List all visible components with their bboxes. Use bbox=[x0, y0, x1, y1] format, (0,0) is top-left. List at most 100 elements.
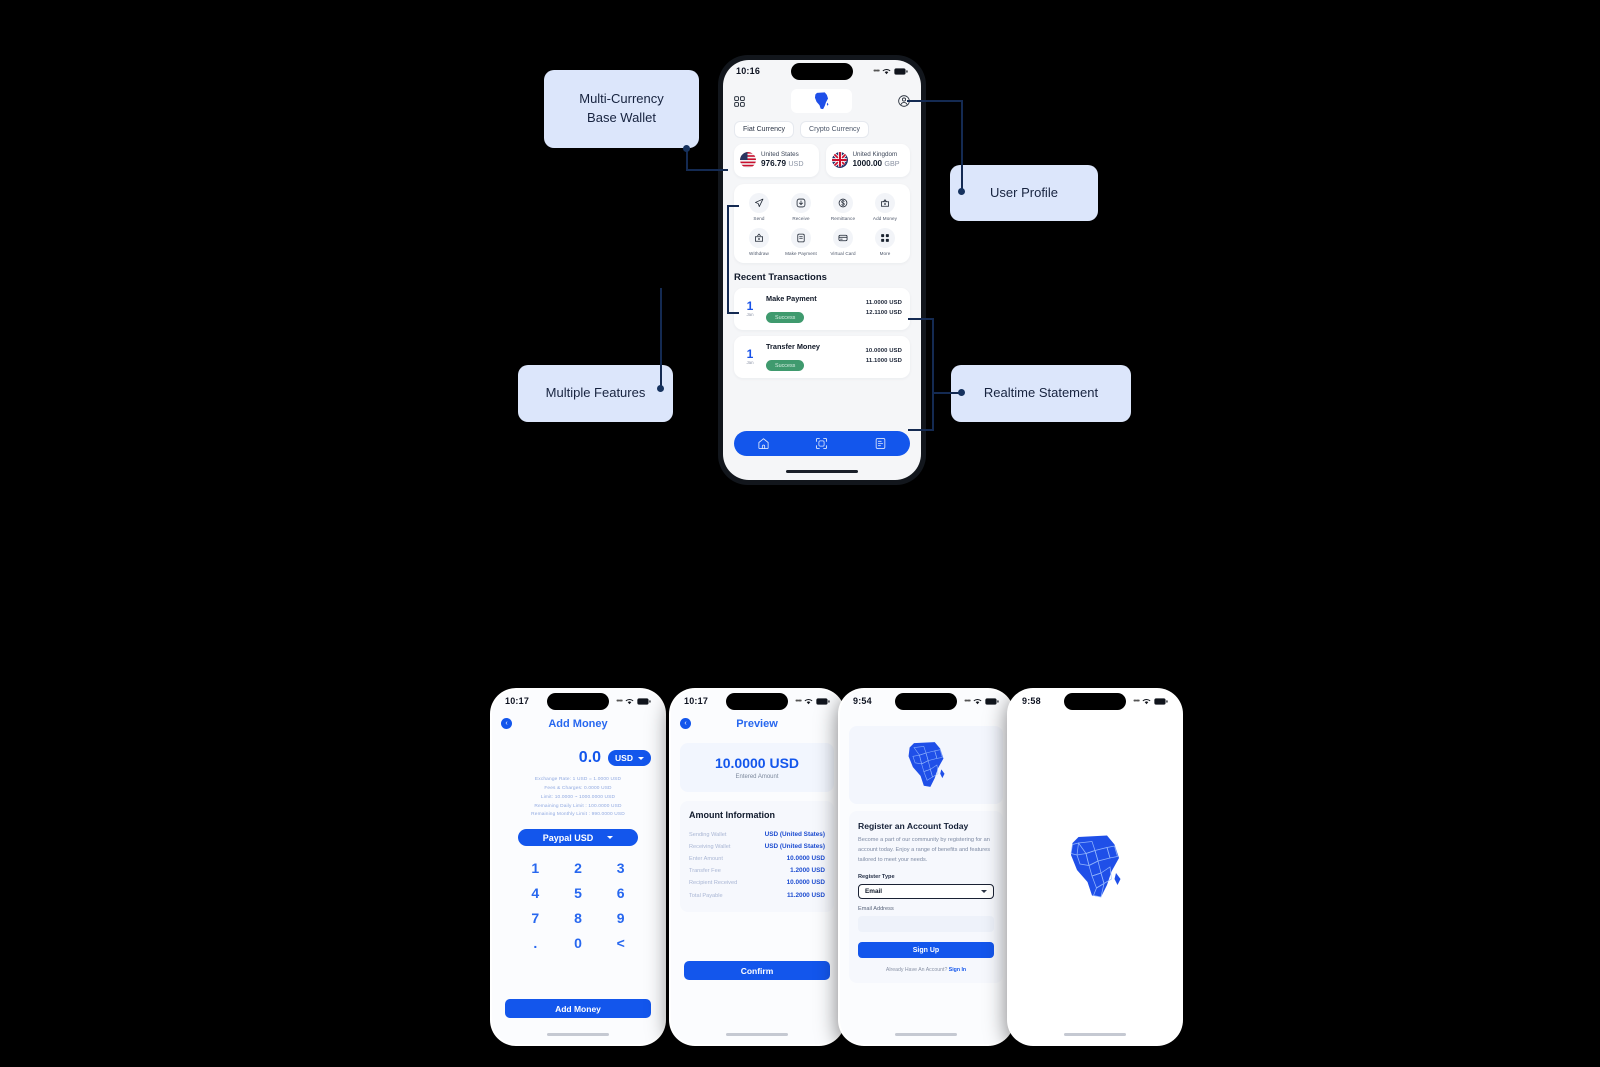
register-heading: Register an Account Today bbox=[858, 821, 969, 831]
callout-connector-dot bbox=[683, 145, 690, 152]
wallet-card-us[interactable]: United States 976.79 USD bbox=[734, 144, 819, 177]
key-0[interactable]: 0 bbox=[557, 935, 600, 951]
statement-icon[interactable] bbox=[874, 437, 887, 450]
feature-virtual-card[interactable]: Virtual Card bbox=[822, 227, 864, 256]
feature-label: Add Money bbox=[872, 215, 898, 221]
receive-icon bbox=[791, 192, 811, 213]
add-money-button[interactable]: Add Money bbox=[505, 999, 651, 1018]
wallet-card-uk[interactable]: United Kingdom 1000.00 GBP bbox=[825, 144, 910, 177]
sign-in-prompt: Already Have An Account? Sign In bbox=[858, 967, 994, 973]
feature-remittance[interactable]: Remittance bbox=[822, 192, 864, 221]
callout-connector-line bbox=[727, 205, 729, 313]
wallet-currency: USD bbox=[788, 158, 804, 168]
transaction-row[interactable]: 1 Jan Transfer Money Success 10.0000 USD… bbox=[734, 335, 910, 378]
features-grid: Send Receive Remittance Add Money Withdr… bbox=[734, 183, 910, 263]
info-value: 10.0000 USD bbox=[786, 854, 825, 862]
key-backspace[interactable]: < bbox=[599, 935, 642, 951]
info-row-receiving-wallet: Receiving Wallet USD (United States) bbox=[689, 840, 825, 852]
dynamic-island bbox=[726, 693, 788, 710]
register-type-select[interactable]: Email bbox=[858, 884, 994, 900]
callout-connector-line bbox=[908, 318, 934, 320]
wifi-icon bbox=[804, 698, 813, 704]
wallet-currency: GBP bbox=[884, 158, 900, 168]
info-row-total-payable: Total Payable 11.2000 USD bbox=[689, 889, 825, 901]
home-indicator bbox=[895, 1033, 957, 1036]
us-flag-icon bbox=[740, 152, 756, 169]
chevron-down-icon bbox=[638, 756, 644, 760]
transaction-info: Transfer Money Success bbox=[766, 342, 858, 372]
key-2[interactable]: 2 bbox=[557, 860, 600, 876]
chevron-down-icon bbox=[981, 890, 987, 894]
feature-make-payment[interactable]: Make Payment bbox=[780, 227, 822, 256]
feature-send[interactable]: Send bbox=[738, 192, 780, 221]
grid-menu-icon[interactable] bbox=[734, 95, 745, 107]
amount-value: 0.0 bbox=[578, 749, 602, 766]
tab-fiat-currency[interactable]: Fiat Currency bbox=[734, 121, 795, 138]
key-4[interactable]: 4 bbox=[514, 885, 557, 901]
home-indicator bbox=[786, 470, 858, 473]
info-row-sending-wallet: Sending Wallet USD (United States) bbox=[689, 828, 825, 840]
transaction-name: Transfer Money bbox=[766, 341, 820, 351]
signal-icon: •••• bbox=[873, 67, 880, 75]
info-row-transfer-fee: Transfer Fee 1.2000 USD bbox=[689, 865, 825, 877]
sign-up-button[interactable]: Sign Up bbox=[858, 942, 994, 959]
status-badge: Success bbox=[766, 360, 805, 372]
key-7[interactable]: 7 bbox=[514, 910, 557, 926]
info-value: USD (United States) bbox=[764, 842, 825, 850]
callout-connector-line bbox=[907, 100, 963, 102]
currency-tabs: Fiat Currency Crypto Currency bbox=[723, 118, 921, 144]
splash-phone: 9:58 •••• bbox=[1007, 688, 1183, 1046]
transaction-row[interactable]: 1 Jan Make Payment Success 11.0000 USD 1… bbox=[734, 287, 910, 330]
screen-header: ‹ Add Money bbox=[492, 712, 664, 733]
withdraw-icon bbox=[749, 227, 769, 248]
key-9[interactable]: 9 bbox=[599, 910, 642, 926]
status-bar: 10:16 •••• bbox=[723, 60, 921, 82]
feature-receive[interactable]: Receive bbox=[780, 192, 822, 221]
wallet-country: United States bbox=[761, 151, 799, 158]
hero-screen: 10:16 •••• Fiat Currency Crypto Currency… bbox=[723, 60, 921, 480]
info-key: Receiving Wallet bbox=[689, 843, 731, 850]
transaction-name: Make Payment bbox=[766, 293, 817, 303]
feature-label: Send bbox=[753, 215, 765, 221]
key-decimal[interactable]: . bbox=[514, 935, 557, 951]
callout-connector-line bbox=[727, 205, 739, 207]
key-8[interactable]: 8 bbox=[557, 910, 600, 926]
transaction-day: 1 bbox=[746, 299, 754, 314]
preview-screen: 10:17 •••• ‹ Preview 10.0000 USD Entered… bbox=[671, 690, 843, 1044]
feature-add-money[interactable]: Add Money bbox=[864, 192, 906, 221]
email-field[interactable] bbox=[858, 916, 994, 933]
feature-withdraw[interactable]: Withdraw bbox=[738, 227, 780, 256]
transaction-total: 12.1100 USD bbox=[865, 309, 902, 316]
callout-connector-dot bbox=[958, 389, 965, 396]
qr-scan-icon[interactable] bbox=[815, 437, 828, 450]
preview-phone: 10:17 •••• ‹ Preview 10.0000 USD Entered… bbox=[669, 688, 845, 1046]
wifi-icon bbox=[973, 698, 982, 704]
register-paragraph: Become a part of our community by regist… bbox=[858, 837, 991, 863]
key-6[interactable]: 6 bbox=[599, 885, 642, 901]
callout-connector-dot bbox=[657, 385, 664, 392]
key-5[interactable]: 5 bbox=[557, 885, 600, 901]
splash-screen: 9:58 •••• bbox=[1009, 690, 1181, 1044]
callout-line-2: Base Wallet bbox=[587, 110, 656, 125]
callout-user-profile: User Profile bbox=[950, 165, 1098, 221]
transaction-amounts: 10.0000 USD 11.1000 USD bbox=[866, 347, 902, 365]
info-value: USD (United States) bbox=[764, 830, 825, 838]
register-phone: 9:54 •••• Register an Account Today Beco… bbox=[838, 688, 1014, 1046]
feature-label: More bbox=[879, 250, 891, 256]
currency-selector[interactable]: USD bbox=[608, 750, 651, 766]
gateway-selector[interactable]: Paypal USD bbox=[518, 829, 638, 847]
amount-entry: 0.0 USD bbox=[492, 733, 664, 767]
key-3[interactable]: 3 bbox=[599, 860, 642, 876]
home-icon[interactable] bbox=[757, 437, 770, 450]
feature-more[interactable]: More bbox=[864, 227, 906, 256]
info-key: Enter Amount bbox=[689, 855, 723, 862]
transaction-month: Jan bbox=[746, 360, 754, 366]
confirm-button[interactable]: Confirm bbox=[684, 961, 830, 980]
sign-in-link[interactable]: Sign In bbox=[949, 967, 966, 973]
entered-amount-card: 10.0000 USD Entered Amount bbox=[680, 743, 834, 792]
dynamic-island bbox=[547, 693, 609, 710]
key-1[interactable]: 1 bbox=[514, 860, 557, 876]
transaction-month: Jan bbox=[746, 312, 754, 318]
wallet-amount: 1000.00 GBP bbox=[853, 159, 900, 170]
tab-crypto-currency[interactable]: Crypto Currency bbox=[800, 121, 869, 138]
